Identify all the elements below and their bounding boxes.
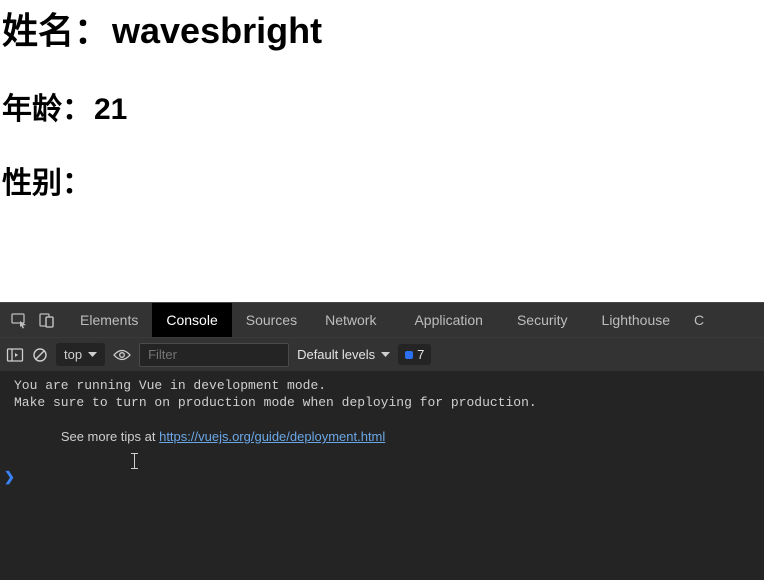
execution-context-label: top [64, 347, 82, 362]
name-row: 姓名： wavesbright [2, 2, 764, 54]
tab-application[interactable]: Application [404, 303, 493, 337]
prompt-caret-icon: ❯ [4, 469, 15, 485]
tab-elements[interactable]: Elements [66, 303, 152, 337]
tab-sources[interactable]: Sources [232, 303, 311, 337]
page-body: 姓名： wavesbright 年龄： 21 性别： [0, 2, 764, 202]
age-row: 年龄： 21 [2, 84, 764, 128]
inspect-element-icon[interactable] [10, 311, 28, 329]
filter-input[interactable] [139, 343, 289, 367]
log-levels-selector[interactable]: Default levels [297, 347, 390, 362]
tab-security[interactable]: Security [507, 303, 578, 337]
console-message-line: You are running Vue in development mode. [0, 377, 764, 394]
device-toolbar-icon[interactable] [38, 311, 56, 329]
console-text: See more tips at [61, 429, 159, 444]
age-label: 年龄： [2, 84, 92, 128]
name-label: 姓名： [2, 2, 110, 54]
issues-dot-icon [405, 351, 413, 359]
chevron-down-icon [381, 352, 390, 358]
age-value: 21 [94, 93, 127, 127]
tab-console[interactable]: Console [152, 303, 231, 337]
console-sidebar-toggle-icon[interactable] [6, 347, 24, 363]
console-toolbar: top Default levels 7 [0, 337, 764, 371]
name-value: wavesbright [112, 10, 322, 52]
gender-row: 性别： [2, 158, 764, 202]
live-expression-icon[interactable] [113, 349, 131, 361]
tab-lighthouse[interactable]: Lighthouse [592, 303, 681, 337]
console-link[interactable]: https://vuejs.org/guide/deployment.html [159, 429, 385, 444]
console-message-line: See more tips at https://vuejs.org/guide… [0, 411, 764, 463]
console-prompt[interactable]: ❯ [0, 463, 764, 485]
log-levels-label: Default levels [297, 347, 375, 362]
console-message-line: Make sure to turn on production mode whe… [0, 394, 764, 411]
tab-network[interactable]: Network [311, 303, 390, 337]
clear-console-icon[interactable] [32, 347, 48, 363]
gender-label: 性别： [2, 158, 92, 202]
console-output: You are running Vue in development mode.… [0, 371, 764, 580]
devtools-panel: Elements Console Sources Network Applica… [0, 302, 764, 580]
chevron-down-icon [88, 352, 97, 358]
devtools-tabbar: Elements Console Sources Network Applica… [0, 303, 764, 337]
issues-count: 7 [417, 347, 424, 362]
execution-context-selector[interactable]: top [56, 343, 105, 366]
tab-overflow[interactable]: C [680, 303, 710, 337]
issues-badge[interactable]: 7 [398, 344, 431, 365]
